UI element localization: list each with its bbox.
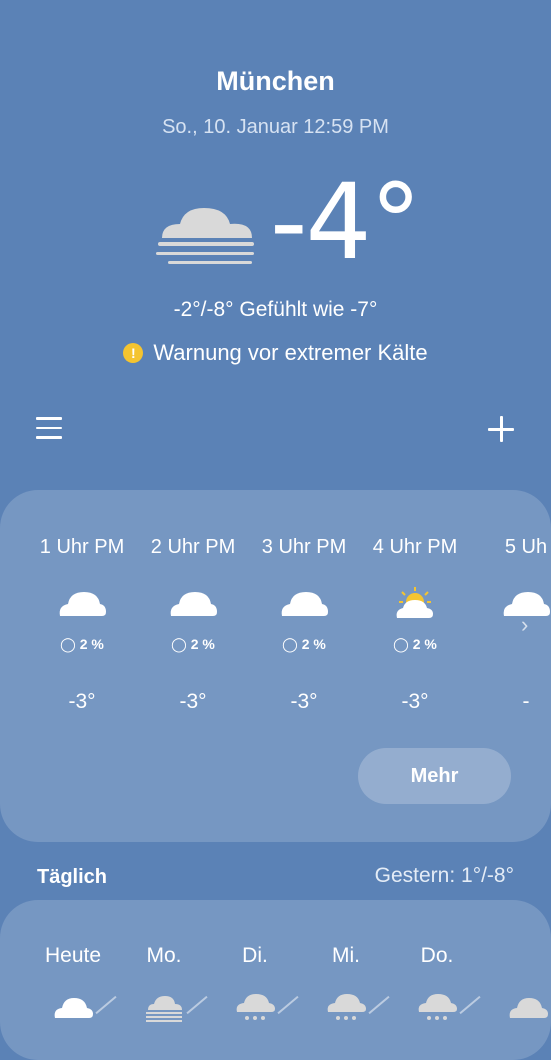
add-icon[interactable] [486,414,516,444]
divider [277,995,299,1015]
divider [95,995,117,1015]
fog-icon [146,996,182,1022]
cloud-icon [54,998,93,1018]
fog-icon [156,208,254,264]
warning-text: Warnung vor extremer Kälte [153,340,428,365]
daily-forecast-card[interactable]: Heute Mo. Di. Mi. Do. [0,900,551,1060]
divider [459,995,481,1015]
drop-icon: ◯ [282,636,298,652]
cloud-icon [509,998,548,1018]
hour-label: 1 Uhr PM [39,536,125,558]
chevron-right-icon[interactable]: › [521,612,535,637]
date-time: So., 10. Januar 12:59 PM [162,116,389,138]
drop-icon: ◯ [60,636,76,652]
min-max-feels-like: -2°/-8° Gefühlt wie -7° [173,298,378,321]
weather-warning[interactable]: ! Warnung vor extremer Kälte [0,340,551,366]
hour-label: 3 Uhr PM [261,536,347,558]
city-name: München [216,66,335,96]
partly-sunny-icon [396,587,433,618]
yesterday-temps: Gestern: 1°/-8° [374,864,514,887]
hour-temp: - [522,690,530,713]
daily-title: Täglich [37,866,108,888]
warning-icon: ! [123,343,144,363]
snow-icon [418,994,457,1020]
precipitation: ◯ 2 % [60,636,104,652]
day-label: Mi. [332,944,360,967]
hour-label: 5 Uh [504,536,548,558]
hour-temp: -3° [401,690,429,713]
hour-label: 2 Uhr PM [150,536,236,558]
hour-temp: -3° [290,690,318,713]
precipitation: ◯ 2 % [282,636,326,652]
cloud-icon [281,592,328,616]
snow-icon [236,994,275,1020]
day-label: Heute [44,944,102,967]
cloud-icon [170,592,217,616]
divider [186,995,208,1015]
snow-icon [327,994,366,1020]
precipitation: ◯ 2 % [393,636,437,652]
hour-temp: -3° [179,690,207,713]
day-label: Do. [420,944,454,967]
precipitation: ◯ 2 % [171,636,215,652]
menu-icon[interactable] [36,417,62,441]
day-label: Mo. [146,944,182,967]
more-button[interactable]: Mehr [358,748,511,804]
current-temperature: -4° [270,161,422,283]
hour-temp: -3° [68,690,96,713]
hour-label: 4 Uhr PM [372,536,458,558]
drop-icon: ◯ [171,636,187,652]
divider [368,995,390,1015]
day-label: Di. [242,944,268,967]
cloud-icon [59,592,106,616]
drop-icon: ◯ [393,636,409,652]
